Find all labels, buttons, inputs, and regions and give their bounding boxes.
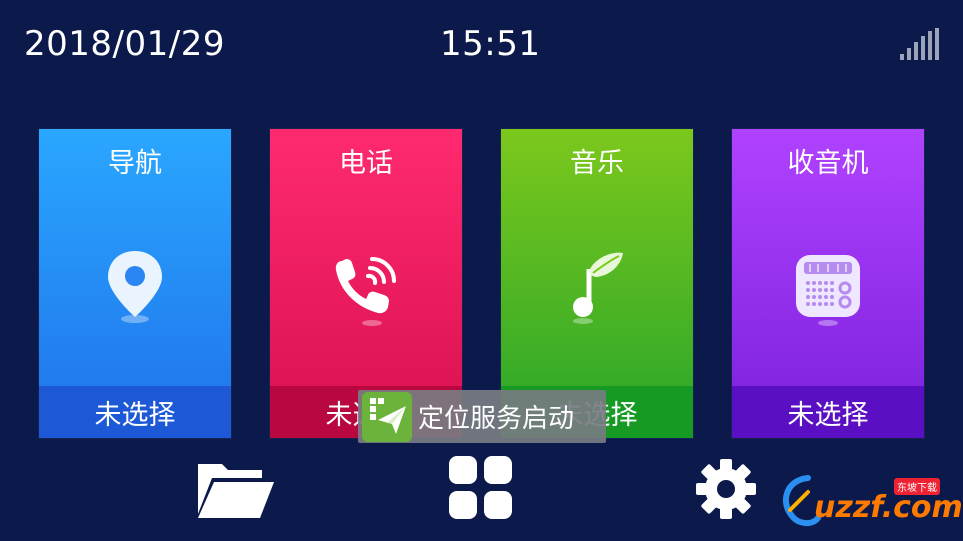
card-title: 收音机: [787, 148, 869, 179]
status-date: 2018/01/29: [24, 24, 225, 64]
toast-text: 定位服务启动: [418, 404, 575, 434]
watermark-badge: 东坡下载: [894, 478, 940, 495]
card-title: 导航: [108, 148, 162, 179]
card-status: 未选择: [39, 386, 231, 438]
music-note-leaf-icon: [557, 247, 637, 327]
folder-icon[interactable]: [196, 458, 276, 520]
toast-notification: 定位服务启动: [358, 390, 606, 443]
gear-icon[interactable]: [695, 458, 757, 520]
status-time: 15:51: [440, 24, 541, 64]
radio-icon: [788, 247, 868, 327]
phone-icon: [326, 247, 406, 327]
card-title: 音乐: [570, 148, 624, 179]
watermark-text: uzzf.com: [814, 490, 963, 525]
location-service-app-icon: [362, 391, 412, 442]
location-pin-icon: [95, 247, 175, 327]
card-title: 电话: [339, 148, 393, 179]
signal-bars-icon: [900, 28, 939, 60]
radio-card[interactable]: 收音机 未选择: [732, 129, 924, 438]
apps-grid-icon[interactable]: [449, 456, 513, 520]
navigation-card[interactable]: 导航 未选择: [39, 129, 231, 438]
watermark-logo: uzzf.com 东坡下载: [778, 470, 963, 536]
card-status: 未选择: [732, 386, 924, 438]
